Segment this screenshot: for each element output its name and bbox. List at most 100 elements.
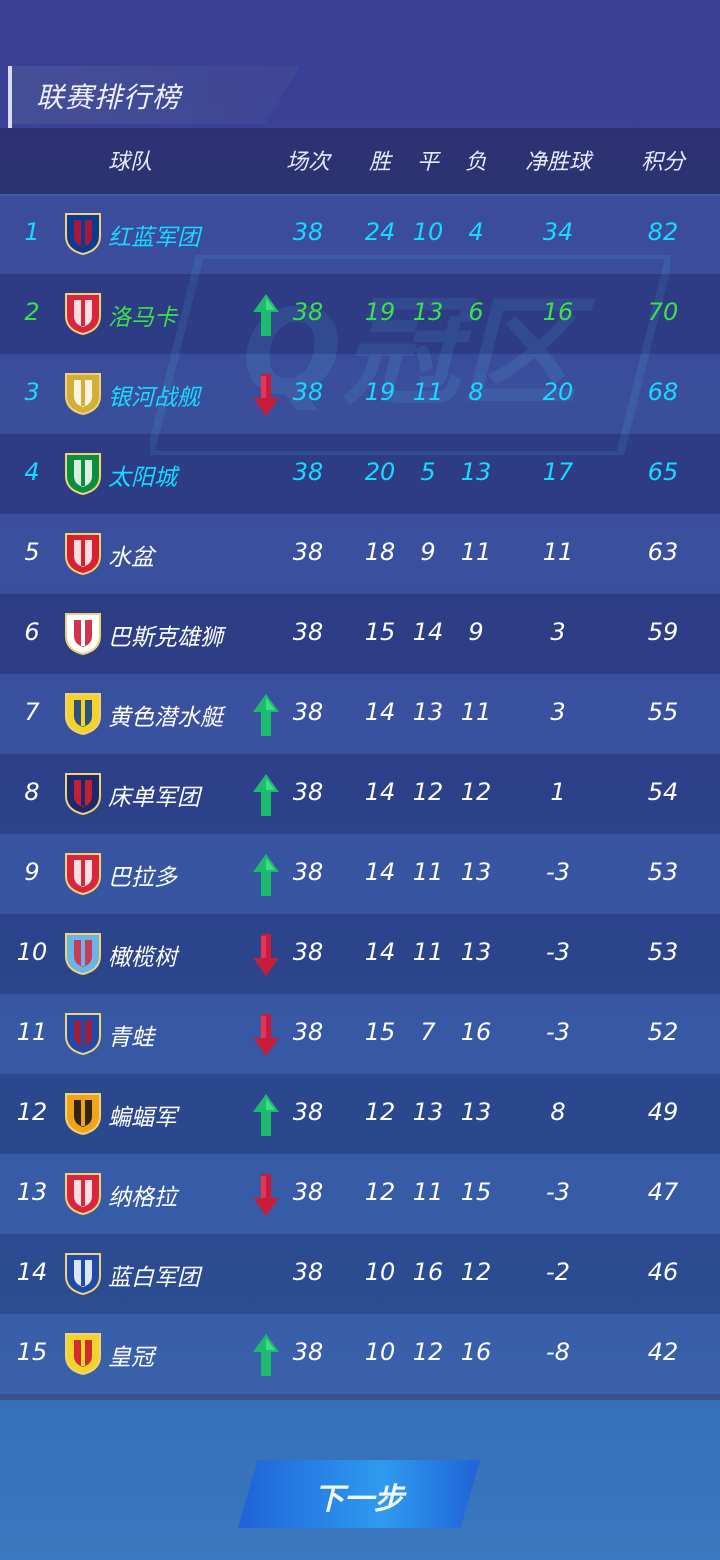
win-cell: 14 — [364, 698, 396, 726]
blue-red-hex-crest-icon — [65, 773, 101, 816]
team-name: 太阳城 — [108, 465, 177, 491]
draw-cell: 13 — [412, 698, 444, 726]
goal-diff-cell: 1 — [550, 778, 566, 806]
points-cell: 63 — [647, 538, 679, 566]
next-button[interactable]: 下一步 — [238, 1460, 480, 1528]
loss-cell: 4 — [468, 218, 484, 246]
table-footer-divider — [0, 1394, 720, 1400]
loss-cell: 16 — [460, 1018, 492, 1046]
played-cell: 38 — [292, 698, 324, 726]
played-cell: 38 — [292, 618, 324, 646]
header-loss: 负 — [464, 150, 488, 175]
header-played: 场次 — [285, 150, 331, 175]
win-cell: 12 — [364, 1098, 396, 1126]
played-cell: 38 — [292, 1098, 324, 1126]
win-cell: 14 — [364, 938, 396, 966]
loss-cell: 12 — [460, 778, 492, 806]
red-white-crown-crest-icon — [65, 853, 101, 896]
trend-down-arrow-icon — [253, 1014, 279, 1056]
team-name: 红蓝军团 — [108, 225, 200, 251]
goal-diff-cell: 20 — [542, 378, 574, 406]
goal-diff-cell: -8 — [546, 1338, 570, 1366]
table-header: 球队 场次 胜 平 负 净胜球 积分 — [0, 128, 720, 196]
win-cell: 10 — [364, 1338, 396, 1366]
levante-crest-icon — [65, 1013, 101, 1056]
points-cell: 46 — [647, 1258, 679, 1286]
loss-cell: 16 — [460, 1338, 492, 1366]
draw-cell: 11 — [412, 378, 444, 406]
points-cell: 53 — [647, 858, 679, 886]
table-row: 12 38 12 13 13 8 49 蝙蝠军 — [0, 1074, 720, 1154]
played-cell: 38 — [292, 938, 324, 966]
played-cell: 38 — [292, 458, 324, 486]
points-cell: 52 — [647, 1018, 679, 1046]
draw-cell: 13 — [412, 1098, 444, 1126]
rank-cell: 9 — [24, 858, 40, 886]
table-row: 15 38 10 12 16 -8 42 皇冠 — [0, 1314, 720, 1394]
table-row: 10 38 14 11 13 -3 53 橄榄树 — [0, 914, 720, 994]
table-row: 14 38 10 16 12 -2 46 蓝白军团 — [0, 1234, 720, 1314]
table-row: 4 38 20 5 13 17 65 太阳城 — [0, 434, 720, 514]
played-cell: 38 — [292, 1258, 324, 1286]
played-cell: 38 — [292, 298, 324, 326]
goal-diff-cell: -3 — [546, 938, 570, 966]
points-cell: 49 — [647, 1098, 679, 1126]
yellow-submarine-crest-icon — [65, 693, 101, 736]
team-name: 银河战舰 — [108, 385, 200, 411]
rank-cell: 7 — [24, 698, 40, 726]
header-team: 球队 — [107, 150, 153, 175]
rank-cell: 12 — [16, 1098, 48, 1126]
team-name: 蝙蝠军 — [108, 1105, 177, 1131]
points-cell: 70 — [647, 298, 679, 326]
trend-up-arrow-icon — [253, 854, 279, 896]
header-points: 积分 — [640, 150, 686, 175]
points-cell: 68 — [647, 378, 679, 406]
played-cell: 38 — [292, 1018, 324, 1046]
win-cell: 12 — [364, 1178, 396, 1206]
team-name: 纳格拉 — [108, 1185, 177, 1211]
points-cell: 42 — [647, 1338, 679, 1366]
win-cell: 15 — [364, 1018, 396, 1046]
loss-cell: 6 — [468, 298, 484, 326]
draw-cell: 5 — [420, 458, 436, 486]
table-row: 1 38 24 10 4 34 82 红蓝军团 — [0, 194, 720, 274]
win-cell: 24 — [364, 218, 396, 246]
rank-cell: 13 — [16, 1178, 48, 1206]
points-cell: 59 — [647, 618, 679, 646]
team-name: 巴斯克雄狮 — [108, 625, 223, 651]
loss-cell: 8 — [468, 378, 484, 406]
crown-badge-icon — [65, 373, 101, 416]
red-monogram-crest-icon — [65, 1173, 101, 1216]
team-name: 蓝白军团 — [108, 1265, 200, 1291]
draw-cell: 16 — [412, 1258, 444, 1286]
rank-cell: 10 — [16, 938, 48, 966]
win-cell: 19 — [364, 378, 396, 406]
rank-cell: 1 — [24, 218, 40, 246]
goal-diff-cell: 17 — [542, 458, 574, 486]
goal-diff-cell: 11 — [542, 538, 574, 566]
team-name: 洛马卡 — [108, 305, 177, 331]
goal-diff-cell: -3 — [546, 1178, 570, 1206]
goal-diff-cell: 3 — [550, 698, 566, 726]
trend-up-arrow-icon — [253, 774, 279, 816]
table-row: 13 38 12 11 15 -3 47 纳格拉 — [0, 1154, 720, 1234]
rank-cell: 8 — [24, 778, 40, 806]
draw-cell: 11 — [412, 938, 444, 966]
played-cell: 38 — [292, 378, 324, 406]
points-cell: 82 — [647, 218, 679, 246]
loss-cell: 9 — [468, 618, 484, 646]
win-cell: 14 — [364, 858, 396, 886]
athletic-crest-icon — [65, 613, 101, 656]
trend-up-arrow-icon — [253, 294, 279, 336]
loss-cell: 11 — [460, 698, 492, 726]
draw-cell: 14 — [412, 618, 444, 646]
trend-down-arrow-icon — [253, 934, 279, 976]
goal-diff-cell: 16 — [542, 298, 574, 326]
played-cell: 38 — [292, 538, 324, 566]
played-cell: 38 — [292, 218, 324, 246]
goal-diff-cell: 34 — [542, 218, 574, 246]
rank-cell: 14 — [16, 1258, 48, 1286]
win-cell: 15 — [364, 618, 396, 646]
draw-cell: 9 — [420, 538, 436, 566]
goal-diff-cell: -3 — [546, 858, 570, 886]
